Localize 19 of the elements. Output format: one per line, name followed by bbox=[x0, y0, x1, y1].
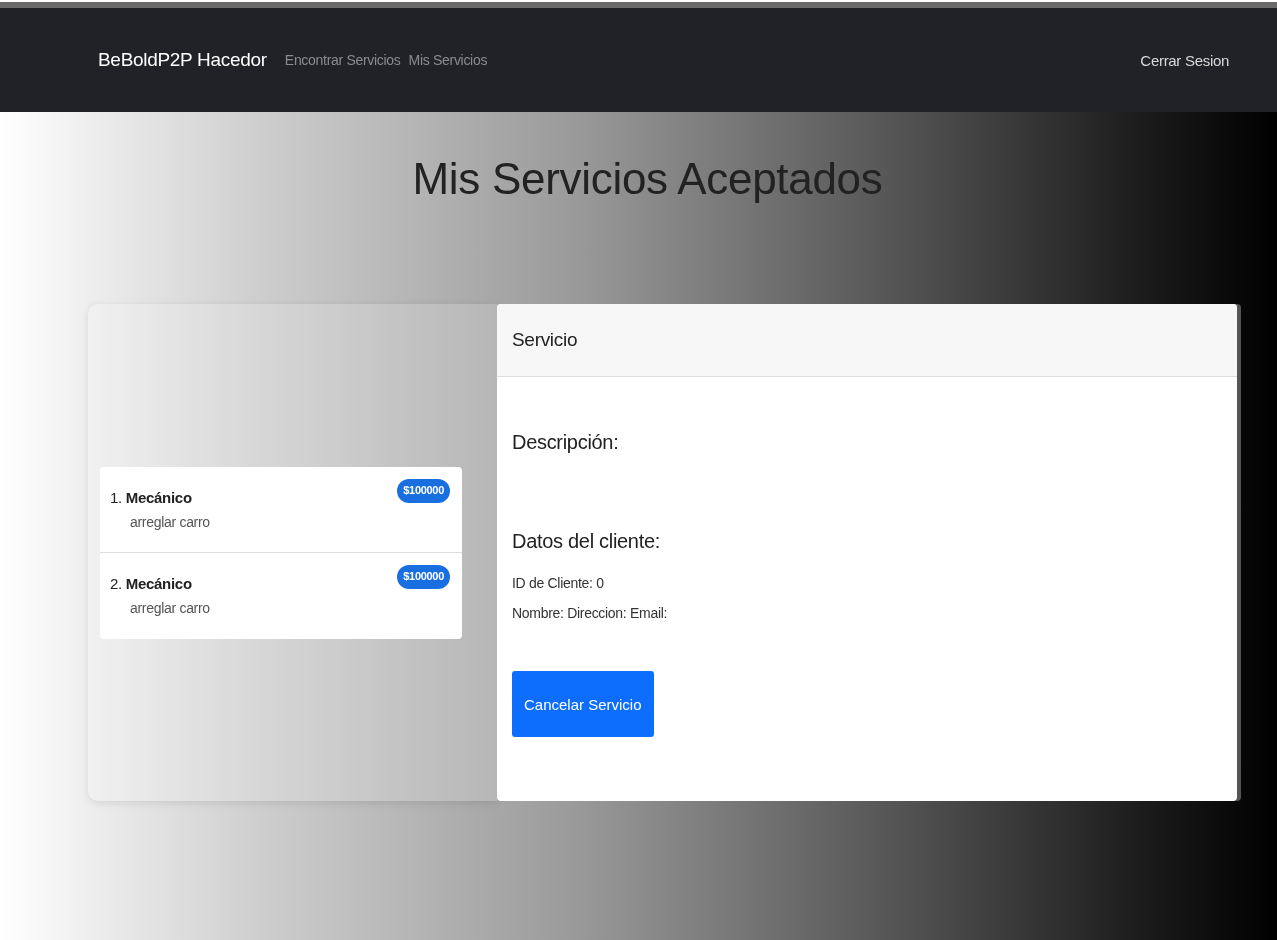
page-title: Mis Servicios Aceptados bbox=[411, 154, 884, 204]
client-info: Nombre: Direccion: Email: bbox=[512, 605, 669, 621]
client-info: ID de Cliente: 0 bbox=[512, 575, 605, 591]
nav-link[interactable]: Encontrar Servicios bbox=[284, 52, 401, 68]
brand-link[interactable]: BeBoldP2P Hacedor bbox=[98, 49, 267, 71]
service-list-item[interactable]: 2. Mecánico arreglar carro $100000 bbox=[100, 552, 462, 639]
description-heading: Descripción: bbox=[512, 431, 620, 454]
service-description: arreglar carro bbox=[129, 513, 210, 530]
cancel-button[interactable]: Cancelar Servicio bbox=[512, 671, 654, 737]
nav-link[interactable]: Mis Servicios bbox=[408, 52, 488, 68]
service-title: 1. Mecánico bbox=[110, 488, 193, 506]
logout-link[interactable]: Cerrar Sesion bbox=[1140, 51, 1229, 69]
client-heading: Datos del cliente: bbox=[512, 530, 662, 553]
price-badge: $100000 bbox=[397, 478, 450, 503]
service-title: 2. Mecánico bbox=[110, 574, 193, 592]
price-badge: $100000 bbox=[397, 564, 450, 589]
service-description: arreglar carro bbox=[129, 599, 210, 616]
card-header-title: Servicio bbox=[512, 329, 578, 351]
service-list-item[interactable]: 1. Mecánico arreglar carro $100000 bbox=[100, 466, 462, 553]
